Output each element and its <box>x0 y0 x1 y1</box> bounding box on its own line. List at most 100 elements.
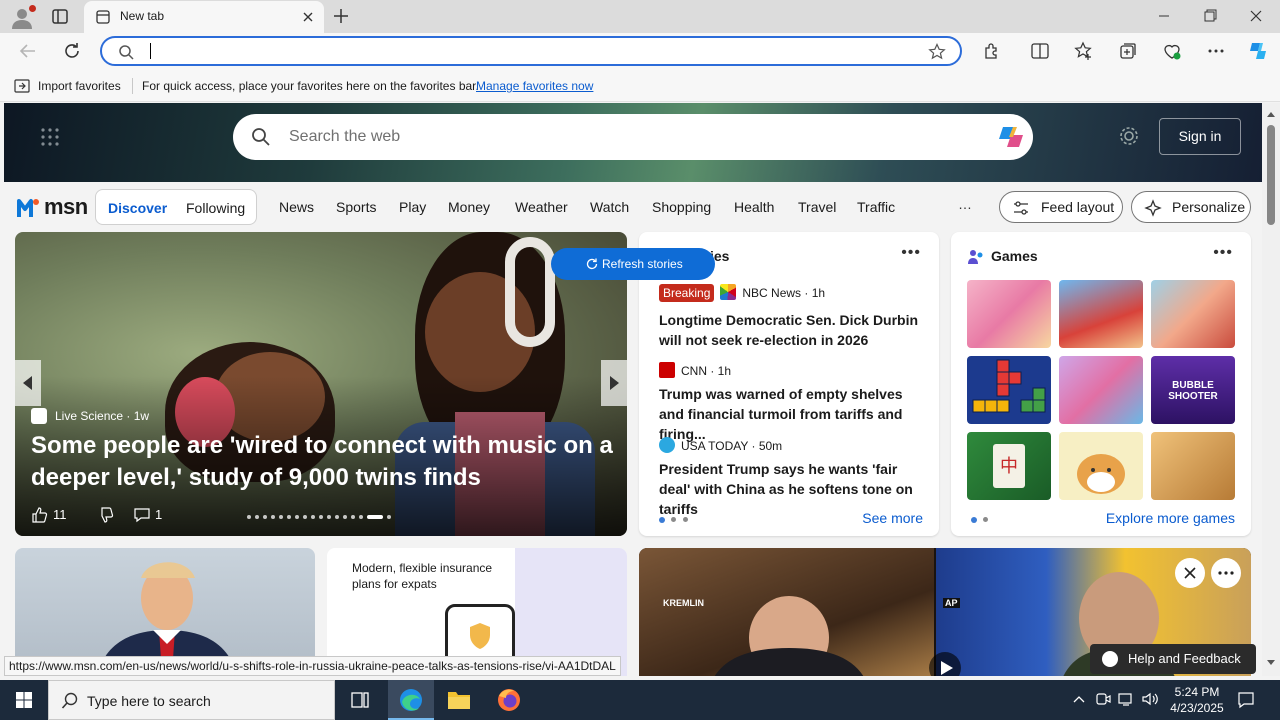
copilot-icon[interactable] <box>1246 39 1270 63</box>
story-item[interactable]: Breaking NBC News · 1h Longtime Democrati… <box>659 284 929 350</box>
carousel-headline[interactable]: Some people are 'wired to connect with m… <box>31 430 621 494</box>
top-stories-pager[interactable] <box>659 517 699 523</box>
profile-icon[interactable] <box>10 5 36 29</box>
help-feedback-button[interactable]: Help and Feedback <box>1090 644 1256 674</box>
game-tile-doctor[interactable] <box>1151 280 1235 348</box>
volume-icon[interactable] <box>1141 690 1159 708</box>
game-tile-cosmetics[interactable] <box>1059 356 1143 424</box>
new-tab-button[interactable] <box>330 5 352 27</box>
taskbar-search[interactable]: Type here to search <box>48 680 335 720</box>
game-tile-mahjong[interactable]: 中 <box>967 432 1051 500</box>
pager-dot[interactable] <box>983 517 988 522</box>
close-icon[interactable] <box>1175 558 1205 588</box>
carousel-pager-dot[interactable] <box>311 515 315 519</box>
carousel-pager-dot[interactable] <box>247 515 251 519</box>
games-pager[interactable] <box>971 517 1011 523</box>
carousel-prev-button[interactable] <box>15 360 41 406</box>
carousel-pager-dot[interactable] <box>279 515 283 519</box>
comments-button[interactable]: 1 <box>133 506 162 524</box>
tab-discover[interactable]: Discover <box>108 200 167 216</box>
copilot-icon[interactable] <box>995 123 1025 151</box>
carousel-pager-dot[interactable] <box>271 515 275 519</box>
favorites-icon[interactable] <box>1074 41 1094 61</box>
taskbar-clock[interactable]: 5:24 PM 4/23/2025 <box>1168 684 1226 716</box>
nav-news[interactable]: News <box>279 199 314 215</box>
personalize-button[interactable]: Personalize <box>1131 191 1251 223</box>
carousel-pager-dot[interactable] <box>287 515 291 519</box>
story-title[interactable]: Longtime Democratic Sen. Dick Durbin wil… <box>659 310 921 350</box>
nav-travel[interactable]: Travel <box>798 199 836 215</box>
carousel-pager-dot[interactable] <box>359 515 363 519</box>
address-bar[interactable] <box>100 36 962 66</box>
game-tile-bubble-shooter[interactable]: BUBBLE SHOOTER <box>1151 356 1235 424</box>
restore-button[interactable] <box>1190 4 1230 28</box>
notification-icon[interactable] <box>1236 690 1256 710</box>
extensions-icon[interactable] <box>982 41 1002 61</box>
close-tab-icon[interactable] <box>300 9 316 25</box>
carousel-pager-dot[interactable] <box>367 515 383 519</box>
page-settings-icon[interactable] <box>1118 125 1140 147</box>
story-title[interactable]: Trump was warned of empty shelves and fi… <box>659 384 921 444</box>
carousel-pager-dot[interactable] <box>263 515 267 519</box>
import-favorites-icon[interactable] <box>14 79 30 93</box>
pager-dot[interactable] <box>683 517 688 522</box>
carousel-pager-dot[interactable] <box>327 515 331 519</box>
dislike-button[interactable] <box>97 506 115 524</box>
hero-carousel[interactable]: Live Science · 1w Some people are 'wired… <box>15 232 627 536</box>
favorite-star-icon[interactable] <box>928 43 946 61</box>
firefox-button[interactable] <box>486 680 532 720</box>
chevron-up-icon[interactable] <box>1070 690 1088 708</box>
edge-taskbar-button[interactable] <box>388 680 434 720</box>
more-options-icon[interactable] <box>1211 558 1241 588</box>
carousel-pager-dot[interactable] <box>343 515 347 519</box>
refresh-stories-button[interactable]: Refresh stories <box>551 248 715 280</box>
game-tile-puzzle[interactable] <box>1059 280 1143 348</box>
collections-icon[interactable] <box>1118 41 1138 61</box>
scroll-up-icon[interactable] <box>1262 107 1280 121</box>
back-button[interactable] <box>16 39 40 63</box>
nav-traffic[interactable]: Traffic <box>857 199 895 215</box>
split-screen-icon[interactable] <box>1030 41 1050 61</box>
nav-money[interactable]: Money <box>448 199 490 215</box>
pager-dot[interactable] <box>971 517 977 523</box>
carousel-pager-dot[interactable] <box>351 515 355 519</box>
nav-more-button[interactable]: … <box>958 196 972 212</box>
pager-dot[interactable] <box>659 517 665 523</box>
scrollbar-thumb[interactable] <box>1267 125 1275 225</box>
app-launcher-icon[interactable] <box>40 127 60 147</box>
task-view-button[interactable] <box>337 680 383 720</box>
nav-shopping[interactable]: Shopping <box>652 199 711 215</box>
msn-logo[interactable]: msn <box>16 194 88 220</box>
carousel-pager-dot[interactable] <box>295 515 299 519</box>
nav-play[interactable]: Play <box>399 199 426 215</box>
pager-dot[interactable] <box>671 517 676 522</box>
carousel-pager-dot[interactable] <box>387 515 391 519</box>
nav-watch[interactable]: Watch <box>590 199 629 215</box>
minimize-button[interactable] <box>1144 4 1184 28</box>
sign-in-button[interactable]: Sign in <box>1159 118 1241 155</box>
page-scrollbar[interactable] <box>1262 103 1280 676</box>
web-search-box[interactable]: Search the web <box>233 114 1033 160</box>
game-tile-shiba[interactable] <box>1059 432 1143 500</box>
like-button[interactable]: 11 <box>31 506 67 524</box>
start-button[interactable] <box>0 680 48 720</box>
nav-weather[interactable]: Weather <box>515 199 568 215</box>
play-icon[interactable] <box>929 652 961 676</box>
carousel-next-button[interactable] <box>601 360 627 406</box>
feed-layout-button[interactable]: Feed layout <box>999 191 1123 223</box>
carousel-pager[interactable] <box>247 515 407 519</box>
carousel-pager-dot[interactable] <box>319 515 323 519</box>
tab-following[interactable]: Following <box>186 200 245 216</box>
game-tile-blocks[interactable] <box>967 356 1051 424</box>
nav-sports[interactable]: Sports <box>336 199 376 215</box>
see-more-link[interactable]: See more <box>862 510 923 526</box>
carousel-pager-dot[interactable] <box>303 515 307 519</box>
browser-essentials-icon[interactable] <box>1162 41 1182 61</box>
game-tile-wood[interactable] <box>1151 432 1235 500</box>
tab-new-tab[interactable]: New tab <box>84 1 324 33</box>
file-explorer-button[interactable] <box>436 680 482 720</box>
carousel-pager-dot[interactable] <box>335 515 339 519</box>
games-more-button[interactable]: ••• <box>1213 244 1233 262</box>
nav-health[interactable]: Health <box>734 199 774 215</box>
story-item[interactable]: USA TODAY · 50m President Trump says he … <box>659 437 929 517</box>
